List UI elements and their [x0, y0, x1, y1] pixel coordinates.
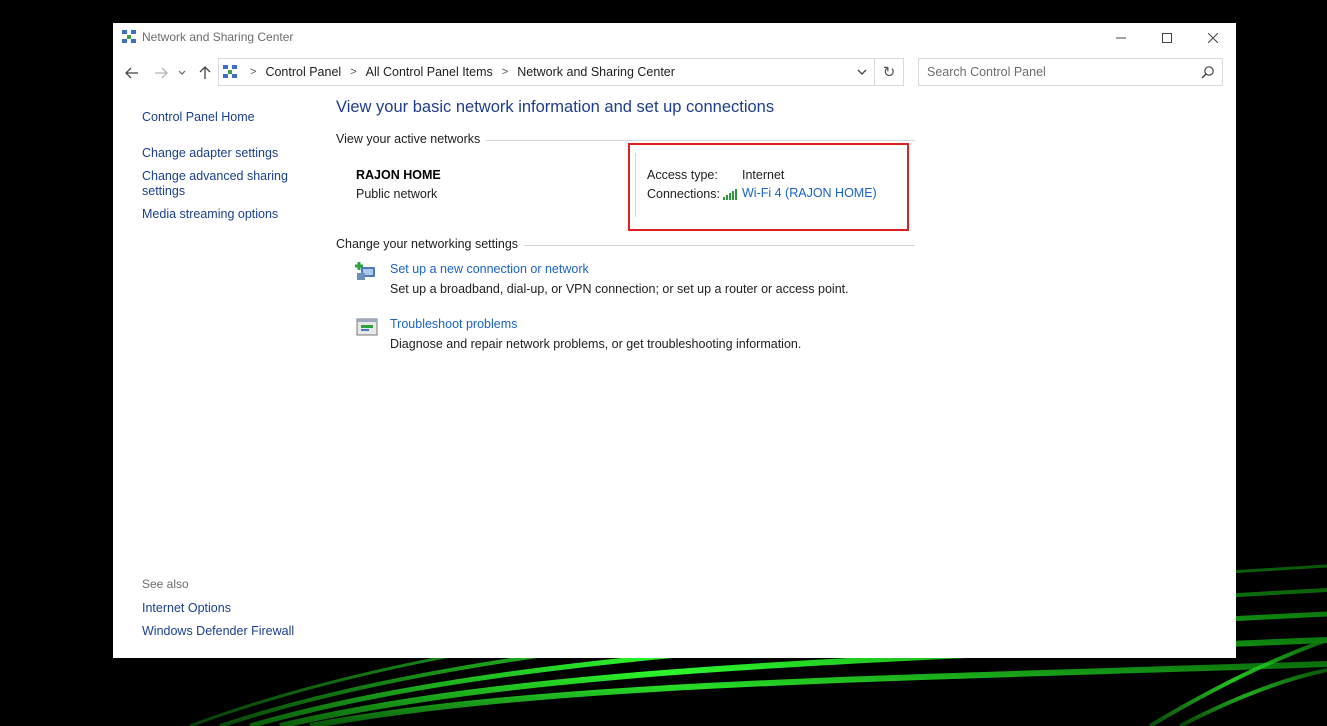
- troubleshoot-icon: [356, 318, 378, 336]
- minimize-icon: [1116, 37, 1126, 39]
- breadcrumb-all-items[interactable]: All Control Panel Items: [366, 65, 493, 79]
- network-sharing-center-window: Network and Sharing Center > Control Pan…: [113, 23, 1236, 658]
- back-button[interactable]: [122, 63, 142, 83]
- new-connection-icon: [355, 262, 375, 280]
- breadcrumb-separator-icon[interactable]: >: [350, 66, 356, 78]
- networking-settings-heading: Change your networking settings: [336, 237, 525, 251]
- back-arrow-icon: [125, 67, 138, 79]
- window-title: Network and Sharing Center: [142, 30, 294, 44]
- close-icon: [1208, 33, 1218, 43]
- breadcrumb: > Control Panel > All Control Panel Item…: [241, 59, 675, 85]
- search-placeholder: Search Control Panel: [927, 65, 1046, 79]
- breadcrumb-network-center[interactable]: Network and Sharing Center: [517, 65, 675, 79]
- address-history-dropdown[interactable]: [850, 59, 874, 85]
- sidebar-change-advanced-sharing[interactable]: Change advanced sharing settings: [142, 169, 292, 199]
- breadcrumb-separator-icon: >: [250, 66, 257, 78]
- up-arrow-icon: [199, 66, 211, 79]
- connections-label: Connections:: [647, 187, 720, 201]
- breadcrumb-separator-icon[interactable]: >: [502, 66, 508, 78]
- wifi-connection-link[interactable]: Wi-Fi 4 (RAJON HOME): [742, 186, 877, 200]
- forward-arrow-icon: [155, 67, 168, 79]
- chevron-down-icon: [178, 70, 186, 75]
- sidebar-change-adapter-settings[interactable]: Change adapter settings: [142, 146, 278, 161]
- maximize-icon: [1162, 33, 1172, 43]
- sidebar-control-panel-home[interactable]: Control Panel Home: [142, 110, 255, 125]
- see-also-internet-options[interactable]: Internet Options: [142, 601, 231, 616]
- setup-connection-description: Set up a broadband, dial-up, or VPN conn…: [390, 282, 849, 296]
- minimize-button[interactable]: [1098, 23, 1144, 53]
- sidebar-media-streaming-options[interactable]: Media streaming options: [142, 207, 278, 222]
- address-bar[interactable]: > Control Panel > All Control Panel Item…: [218, 58, 875, 86]
- wifi-signal-icon: [723, 189, 737, 200]
- network-type: Public network: [356, 187, 438, 201]
- access-type-label: Access type:: [647, 168, 718, 182]
- title-bar[interactable]: Network and Sharing Center: [113, 23, 1236, 53]
- network-center-icon: [122, 30, 136, 43]
- see-also-heading: See also: [142, 577, 189, 591]
- see-also-defender-firewall[interactable]: Windows Defender Firewall: [142, 624, 294, 639]
- refresh-icon: ↻: [882, 64, 896, 81]
- refresh-button[interactable]: ↻: [875, 58, 904, 86]
- setup-connection-link[interactable]: Set up a new connection or network: [390, 262, 589, 276]
- breadcrumb-control-panel[interactable]: Control Panel: [265, 65, 341, 79]
- access-type-value: Internet: [742, 168, 785, 182]
- forward-button[interactable]: [151, 63, 171, 83]
- control-panel-icon: [223, 65, 237, 78]
- page-title: View your basic network information and …: [336, 98, 775, 116]
- close-button[interactable]: [1190, 23, 1236, 53]
- search-icon[interactable]: [1201, 65, 1215, 79]
- up-button[interactable]: [195, 63, 215, 83]
- troubleshoot-description: Diagnose and repair network problems, or…: [390, 337, 802, 351]
- network-name: RAJON HOME: [356, 168, 441, 182]
- troubleshoot-link[interactable]: Troubleshoot problems: [390, 317, 517, 331]
- maximize-button[interactable]: [1144, 23, 1190, 53]
- recent-locations-button[interactable]: [175, 63, 189, 83]
- navigation-bar: > Control Panel > All Control Panel Item…: [113, 57, 1236, 89]
- chevron-down-icon: [857, 69, 867, 75]
- active-networks-heading: View your active networks: [336, 132, 487, 146]
- search-input[interactable]: Search Control Panel: [918, 58, 1223, 86]
